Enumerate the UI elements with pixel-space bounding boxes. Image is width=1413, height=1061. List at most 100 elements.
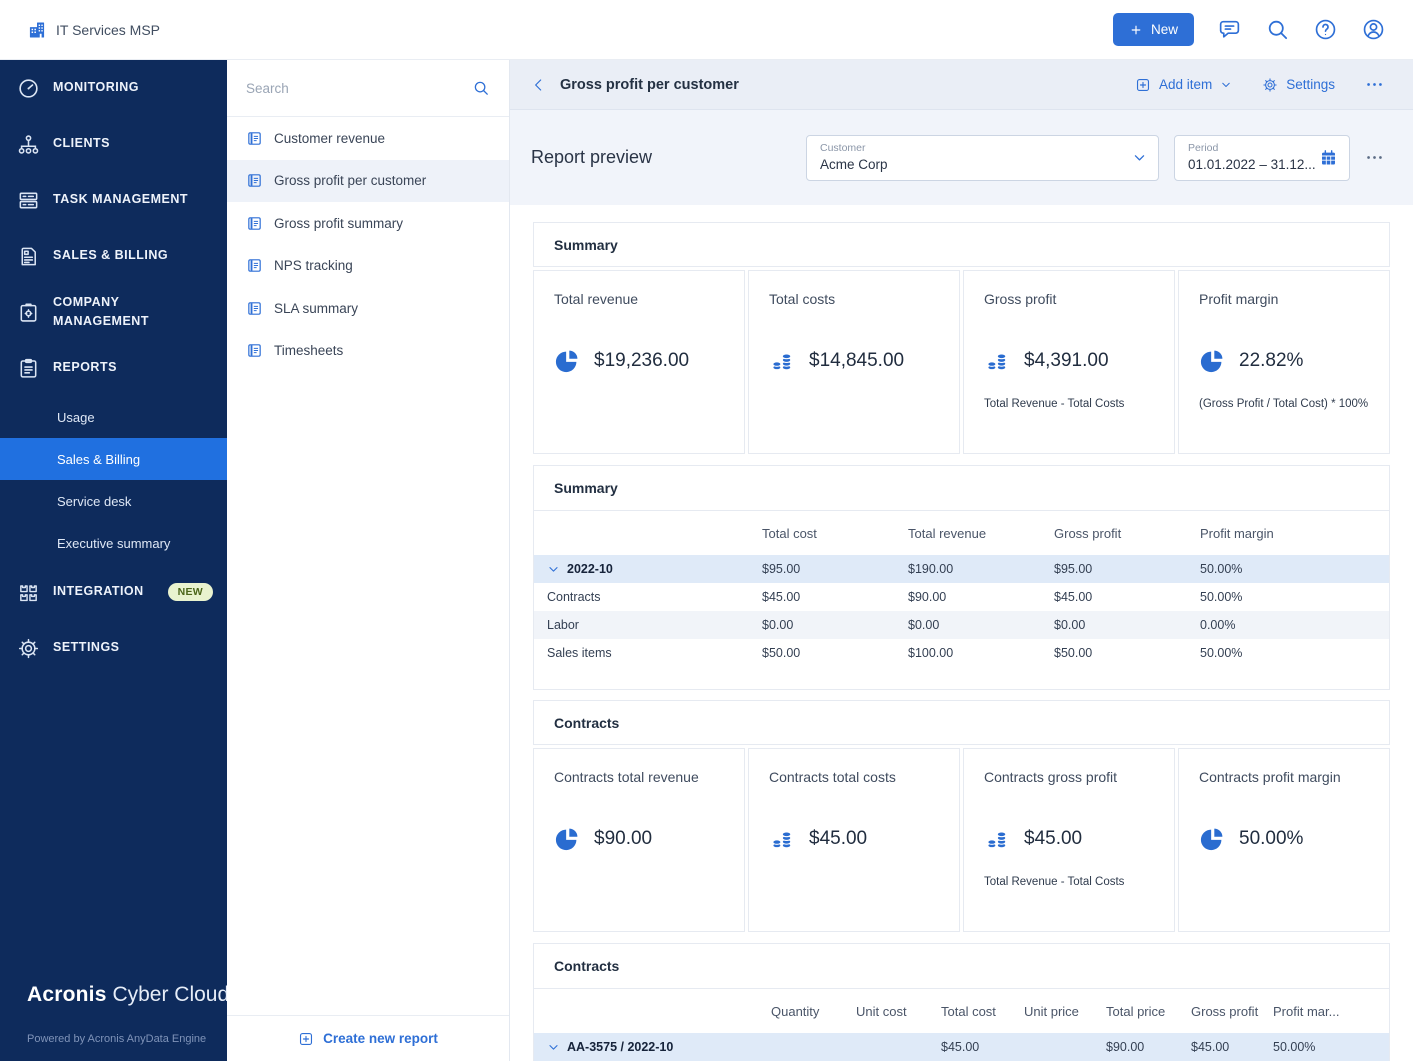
gear-icon	[17, 637, 40, 660]
powered-by-text: Powered by Acronis AnyData Engine	[27, 1033, 207, 1045]
cell: $45.00	[762, 590, 801, 604]
sidebar-item-settings[interactable]: SETTINGS	[0, 620, 227, 676]
cell: $190.00	[908, 562, 954, 576]
sidebar-item-task-management[interactable]: TASK MANAGEMENT	[0, 172, 227, 228]
settings-button[interactable]: Settings	[1262, 77, 1335, 93]
report-list-item-timesheets[interactable]: Timesheets	[227, 330, 509, 373]
stat-card-contracts-total-costs: Contracts total costs $45.00	[748, 748, 960, 932]
search-bar	[227, 60, 509, 117]
preview-title: Report preview	[531, 147, 653, 167]
calendar-icon[interactable]	[1319, 148, 1338, 167]
create-new-report-label: Create new report	[323, 1031, 438, 1046]
report-doc-icon	[246, 172, 263, 189]
coins-icon	[984, 825, 1011, 852]
table-header-row: Total cost Total revenue Gross profit Pr…	[534, 511, 1389, 555]
building-icon	[27, 20, 47, 40]
stat-card-value: $45.00	[1024, 827, 1083, 849]
column-header: Profit margin	[1200, 525, 1274, 541]
sidebar-subitem-service-desk[interactable]: Service desk	[0, 480, 227, 522]
contracts-cards-section: Contracts Contracts total revenue $90.00…	[533, 700, 1390, 932]
sidebar-item-monitoring[interactable]: MONITORING	[0, 60, 227, 116]
reports-list-panel: Customer revenue Gross profit per custom…	[227, 60, 510, 1061]
period-field-value: 01.01.2022 – 31.12...	[1188, 156, 1315, 172]
column-header: Unit cost	[856, 1003, 907, 1019]
report-list-item-customer-revenue[interactable]: Customer revenue	[227, 117, 509, 160]
preview-more-options-icon[interactable]	[1365, 148, 1384, 167]
sidebar-subitem-sales-billing[interactable]: Sales & Billing	[0, 438, 227, 480]
sidebar-subitem-executive-summary[interactable]: Executive summary	[0, 522, 227, 564]
sidebar-item-label: TASK MANAGEMENT	[53, 192, 189, 207]
column-header: Quantity	[771, 1003, 820, 1019]
stat-card-note: (Gross Profit / Total Cost) * 100%	[1199, 398, 1369, 410]
table-row[interactable]: Labor $0.00 $0.00 $0.00 0.00%	[534, 611, 1389, 639]
period-field[interactable]: Period 01.01.2022 – 31.12...	[1174, 134, 1350, 181]
search-icon[interactable]	[472, 79, 490, 97]
sidebar-item-sales-billing[interactable]: SALES & BILLING	[0, 228, 227, 284]
new-button[interactable]: New	[1112, 13, 1194, 46]
cell: $100.00	[908, 646, 954, 660]
sidebar-item-label: REPORTS	[53, 360, 117, 375]
report-list-item-sla-summary[interactable]: SLA summary	[227, 287, 509, 330]
stat-card-label: Total costs	[769, 291, 836, 307]
table-row[interactable]: 2022-10 $95.00 $190.00 $95.00 50.00%	[534, 555, 1389, 583]
cell: $45.00	[1054, 590, 1093, 604]
row-label: Labor	[547, 618, 579, 632]
back-icon[interactable]	[531, 77, 547, 93]
invoice-icon	[17, 245, 40, 268]
tenant-name: IT Services MSP	[56, 21, 160, 38]
sidebar-item-clients[interactable]: CLIENTS	[0, 116, 227, 172]
customer-select[interactable]: Customer Acme Corp	[806, 134, 1159, 181]
modules-icon	[17, 581, 40, 604]
add-item-button[interactable]: Add item	[1135, 77, 1232, 93]
column-header: Gross profit	[1054, 525, 1122, 541]
section-title-text: Contracts	[554, 958, 620, 974]
stat-card-contracts-profit-margin: Contracts profit margin 50.00%	[1178, 748, 1390, 932]
period-field-label: Period	[1188, 141, 1219, 154]
sidebar-item-company-management[interactable]: COMPANY MANAGEMENT	[0, 284, 227, 340]
chevron-down-icon	[1132, 150, 1147, 165]
section-title: Summary	[534, 466, 1389, 511]
table-row[interactable]: Sales items $50.00 $100.00 $50.00 50.00%	[534, 639, 1389, 667]
search-icon[interactable]	[1265, 17, 1290, 42]
create-new-report-button[interactable]: Create new report	[298, 1031, 438, 1047]
contracts-cards-grid: Contracts total revenue $90.00 Contracts…	[533, 748, 1390, 932]
main-area: Gross profit per customer Add item Setti…	[510, 60, 1413, 1061]
cell: $50.00	[762, 646, 801, 660]
report-list-item-nps-tracking[interactable]: NPS tracking	[227, 245, 509, 288]
sidebar-footer: Acronis Cyber Cloud Powered by Acronis A…	[27, 983, 229, 1045]
cell: $50.00	[1054, 646, 1093, 660]
report-list-item-gross-profit-summary[interactable]: Gross profit summary	[227, 202, 509, 245]
section-title-text: Contracts	[554, 714, 620, 731]
table-row[interactable]: Contracts $45.00 $90.00 $45.00 50.00%	[534, 583, 1389, 611]
table-row[interactable]: AA-3575 / 2022-10 $45.00 $90.00 $45.00 5…	[534, 1033, 1389, 1061]
account-icon[interactable]	[1361, 17, 1386, 42]
more-options-icon[interactable]	[1365, 75, 1384, 94]
sidebar-item-reports[interactable]: REPORTS	[0, 340, 227, 396]
stat-card-label: Total revenue	[554, 291, 639, 307]
org-chart-icon	[17, 133, 40, 156]
sidebar-subitem-usage[interactable]: Usage	[0, 396, 227, 438]
collapse-chevron-icon[interactable]	[547, 1041, 560, 1054]
report-list-item-label: SLA summary	[274, 300, 359, 316]
summary-cards-section: Summary Total revenue $19,236.00 Total c…	[533, 222, 1390, 454]
report-list-item-label: Gross profit per customer	[274, 173, 427, 189]
cell: 50.00%	[1273, 1040, 1316, 1054]
chat-icon[interactable]	[1217, 17, 1242, 42]
new-button-label: New	[1150, 22, 1178, 37]
help-icon[interactable]	[1313, 17, 1338, 42]
pie-chart-icon	[554, 347, 581, 374]
cell: $0.00	[762, 618, 794, 632]
search-input[interactable]	[246, 80, 472, 96]
report-list-item-gross-profit-per-customer[interactable]: Gross profit per customer	[227, 159, 509, 202]
stat-card-contracts-gross-profit: Contracts gross profit $45.00 Total Reve…	[963, 748, 1175, 932]
cell: $95.00	[762, 562, 801, 576]
plus-square-icon	[1135, 77, 1151, 93]
add-item-label: Add item	[1158, 77, 1213, 92]
page-title: Gross profit per customer	[560, 76, 739, 93]
column-header: Total price	[1106, 1003, 1166, 1019]
column-header: Unit price	[1024, 1003, 1079, 1019]
report-doc-icon	[246, 300, 263, 317]
sidebar-item-integration[interactable]: INTEGRATION NEW	[0, 564, 227, 620]
collapse-chevron-icon[interactable]	[547, 563, 560, 576]
tenant-selector[interactable]: IT Services MSP	[27, 20, 160, 40]
